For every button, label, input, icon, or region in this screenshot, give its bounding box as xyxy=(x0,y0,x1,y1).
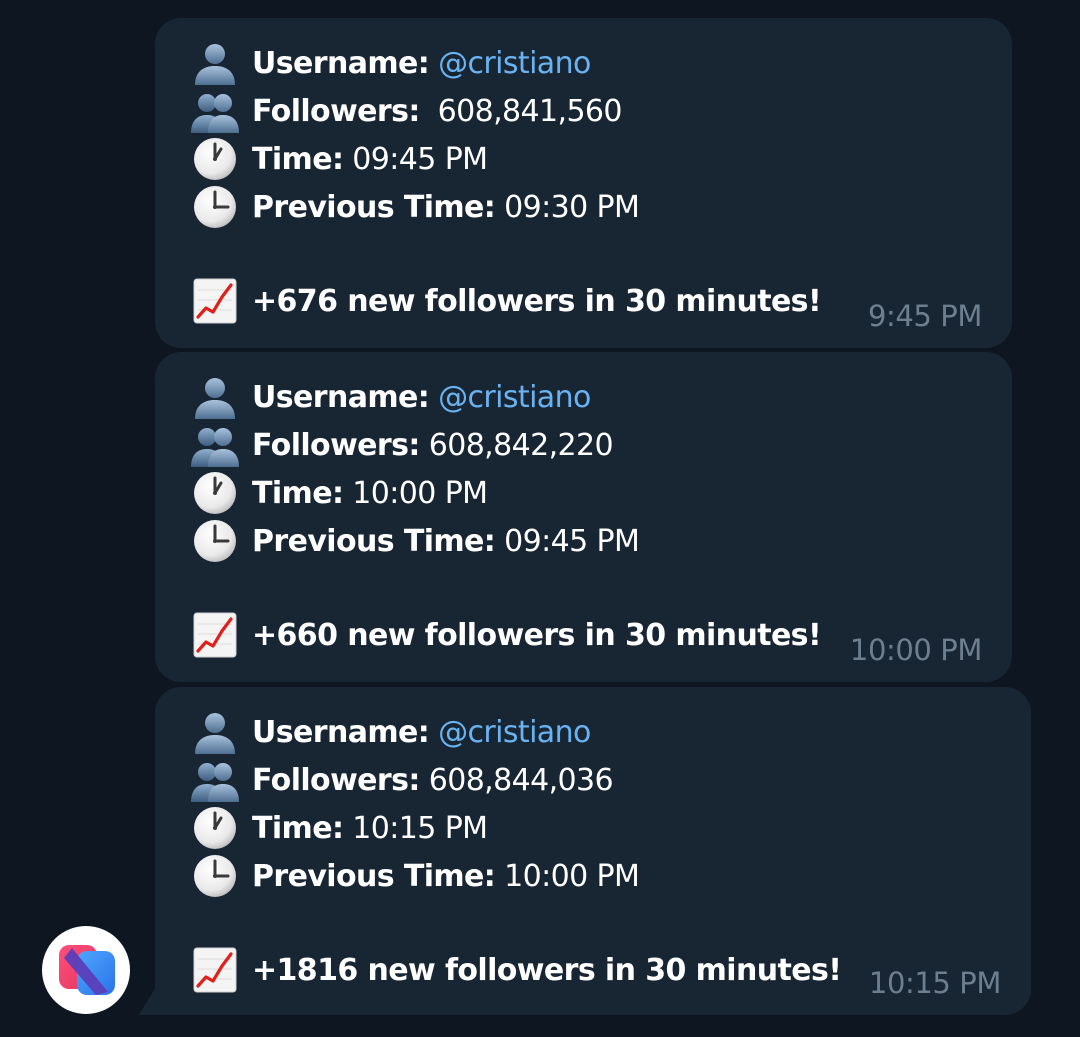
previous-time-label: Previous Time: xyxy=(252,523,496,559)
message-bubble[interactable]: Username: @cristiano Followers: 608,841,… xyxy=(155,18,1012,348)
time-line: Time: 10:15 PM xyxy=(190,804,488,852)
previous-time-value: 09:30 PM xyxy=(504,189,640,225)
username-line: Username: @cristiano xyxy=(190,373,591,421)
time-value: 10:00 PM xyxy=(352,475,488,511)
summary-line: +676 new followers in 30 minutes! xyxy=(190,277,822,325)
busts-in-silhouette-icon xyxy=(190,88,240,134)
username-line: Username: @cristiano xyxy=(190,39,591,87)
summary-line: +660 new followers in 30 minutes! xyxy=(190,611,822,659)
message-bubble[interactable]: Username: @cristiano Followers: 608,842,… xyxy=(155,352,1012,682)
previous-time-label: Previous Time: xyxy=(252,858,496,894)
previous-time-line: Previous Time: 09:30 PM xyxy=(190,183,640,231)
username-link[interactable]: @cristiano xyxy=(438,715,591,750)
username-link[interactable]: @cristiano xyxy=(438,380,591,415)
summary-text: +1816 new followers in 30 minutes! xyxy=(252,952,842,988)
username-label: Username: xyxy=(252,45,430,81)
followers-value: 608,844,036 xyxy=(428,762,614,798)
followers-label: Followers: xyxy=(252,762,420,798)
username-label: Username: xyxy=(252,714,430,750)
followers-label: Followers: xyxy=(252,93,420,129)
three-oclock-icon xyxy=(190,518,240,564)
previous-time-value: 09:45 PM xyxy=(504,523,640,559)
username-line: Username: @cristiano xyxy=(190,708,591,756)
three-oclock-icon xyxy=(190,853,240,899)
bust-in-silhouette-icon xyxy=(190,709,240,755)
one-oclock-icon xyxy=(190,470,240,516)
followers-value: 608,841,560 xyxy=(428,93,623,129)
bubble-tail xyxy=(139,985,157,1015)
time-label: Time: xyxy=(252,141,344,177)
followers-line: Followers: 608,841,560 xyxy=(190,87,623,135)
one-oclock-icon xyxy=(190,136,240,182)
one-oclock-icon xyxy=(190,805,240,851)
username-label: Username: xyxy=(252,379,430,415)
busts-in-silhouette-icon xyxy=(190,757,240,803)
bust-in-silhouette-icon xyxy=(190,374,240,420)
time-value: 10:15 PM xyxy=(352,810,488,846)
previous-time-line: Previous Time: 10:00 PM xyxy=(190,852,640,900)
message-timestamp: 9:45 PM xyxy=(867,299,982,333)
summary-line: +1816 new followers in 30 minutes! xyxy=(190,946,842,994)
followers-line: Followers: 608,844,036 xyxy=(190,756,614,804)
app-logo-icon xyxy=(59,945,115,995)
username-link[interactable]: @cristiano xyxy=(438,46,591,81)
chart-increasing-icon xyxy=(190,947,240,993)
time-label: Time: xyxy=(252,475,344,511)
chart-increasing-icon xyxy=(190,278,240,324)
previous-time-line: Previous Time: 09:45 PM xyxy=(190,517,640,565)
summary-text: +660 new followers in 30 minutes! xyxy=(252,617,822,653)
followers-line: Followers: 608,842,220 xyxy=(190,421,614,469)
followers-value: 608,842,220 xyxy=(428,427,614,463)
avatar[interactable] xyxy=(42,926,130,1014)
message-bubble[interactable]: Username: @cristiano Followers: 608,844,… xyxy=(155,687,1031,1015)
three-oclock-icon xyxy=(190,184,240,230)
busts-in-silhouette-icon xyxy=(190,422,240,468)
chart-increasing-icon xyxy=(190,612,240,658)
time-value: 09:45 PM xyxy=(352,141,488,177)
message-timestamp: 10:00 PM xyxy=(849,633,983,667)
time-line: Time: 09:45 PM xyxy=(190,135,488,183)
summary-text: +676 new followers in 30 minutes! xyxy=(252,283,822,319)
followers-label: Followers: xyxy=(252,427,420,463)
time-line: Time: 10:00 PM xyxy=(190,469,488,517)
bust-in-silhouette-icon xyxy=(190,40,240,86)
previous-time-value: 10:00 PM xyxy=(504,858,640,894)
previous-time-label: Previous Time: xyxy=(252,189,496,225)
time-label: Time: xyxy=(252,810,344,846)
message-timestamp: 10:15 PM xyxy=(868,966,1002,1000)
